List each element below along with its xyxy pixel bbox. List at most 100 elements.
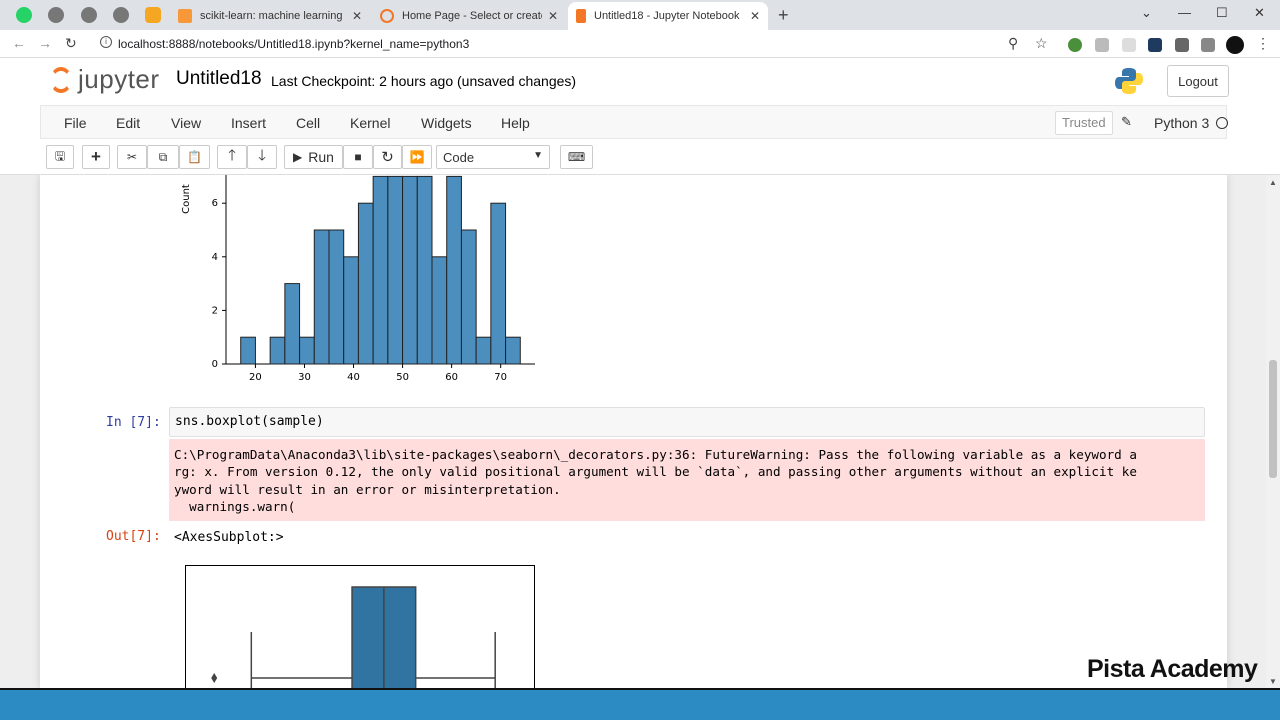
pinned-tab-icon[interactable]: [113, 7, 129, 23]
output-prompt: Out[7]:: [106, 529, 161, 544]
histogram-bar: [328, 229, 345, 365]
interrupt-button[interactable]: ■: [343, 145, 373, 169]
edit-mode-pencil-icon: ✎: [1121, 114, 1132, 129]
browser-menu-icon[interactable]: ⋮: [1256, 35, 1270, 52]
tab-search-button[interactable]: ⌄: [1141, 5, 1152, 21]
maximize-button[interactable]: ☐: [1216, 5, 1228, 21]
kernel-name[interactable]: Python 3: [1154, 115, 1209, 131]
extension-icon[interactable]: [1148, 38, 1162, 52]
pinned-tab-icon[interactable]: [48, 7, 64, 23]
menu-view[interactable]: View: [171, 115, 201, 131]
copy-button[interactable]: ⧉: [147, 145, 179, 169]
y-axis-label: Count: [181, 184, 192, 214]
tab-untitled18[interactable]: Untitled18 - Jupyter Notebook ✕: [568, 2, 768, 30]
arrow-down-icon: 🡓: [258, 146, 266, 164]
extension-icon[interactable]: [1095, 38, 1109, 52]
trusted-badge[interactable]: Trusted: [1055, 111, 1113, 135]
back-arrow-icon[interactable]: ←: [12, 35, 26, 51]
histogram-bar: [431, 256, 448, 365]
x-tick-label: 70: [494, 372, 507, 383]
reload-icon[interactable]: ↻: [65, 35, 77, 52]
close-tab-icon[interactable]: ✕: [548, 9, 558, 23]
command-palette-button[interactable]: ⌨: [560, 145, 593, 169]
histogram-output: 0 2 4 6 20 30 40 50 60 70 Count: [181, 175, 535, 383]
fast-forward-icon: ⏩: [409, 150, 425, 164]
save-button[interactable]: 🖫: [46, 145, 74, 169]
histogram-bar: [284, 283, 301, 365]
browser-tab-bar: scikit-learn: machine learning in P ✕ Ho…: [0, 0, 1280, 30]
histogram-bar: [402, 175, 418, 365]
site-info-icon[interactable]: i: [100, 36, 112, 48]
unsaved-status: (unsaved changes): [457, 73, 577, 89]
notebook-favicon-icon: [576, 9, 586, 23]
zoom-icon[interactable]: ⚲: [1008, 35, 1018, 52]
scrollbar-thumb[interactable]: [1269, 360, 1277, 478]
jupyter-logo[interactable]: jupyter: [50, 64, 160, 95]
extension-icon[interactable]: [1068, 38, 1082, 52]
run-button[interactable]: ▶ Run: [284, 145, 343, 169]
code-text[interactable]: sns.boxplot(sample): [175, 414, 324, 429]
url-text: localhost:8888/notebooks/Untitled18.ipyn…: [118, 37, 470, 51]
notebook-name[interactable]: Untitled18: [176, 68, 262, 90]
y-tick-label: 6: [212, 198, 218, 209]
extensions-puzzle-icon[interactable]: [1175, 38, 1189, 52]
notebook-site[interactable]: 0 2 4 6 20 30 40 50 60 70 Count In [7]: sns.boxplo…: [0, 175, 1266, 688]
menu-help[interactable]: Help: [501, 115, 530, 131]
histogram-bar: [299, 336, 315, 365]
boxplot-output: [185, 565, 535, 688]
extension-icon[interactable]: [1122, 38, 1136, 52]
x-tick-label: 40: [347, 372, 360, 383]
menu-widgets[interactable]: Widgets: [421, 115, 472, 131]
whatsapp-pinned-tab-icon[interactable]: [16, 7, 32, 23]
cell-type-select[interactable]: Code ▼: [436, 145, 550, 169]
cut-button[interactable]: ✂: [117, 145, 147, 169]
outlier-marker: [211, 673, 218, 683]
bookmark-star-icon[interactable]: ☆: [1035, 35, 1048, 52]
jupyter-header: jupyter Untitled18 Last Checkpoint: 2 ho…: [0, 58, 1280, 105]
histogram-bar: [313, 229, 330, 365]
histogram-bar: [446, 175, 462, 365]
output-text: <AxesSubplot:>: [174, 530, 284, 545]
histogram-bar: [269, 336, 286, 365]
python-logo-icon: [1115, 68, 1143, 94]
move-down-button[interactable]: 🡓: [247, 145, 277, 169]
reading-list-icon[interactable]: [1201, 38, 1215, 52]
save-icon: 🖫: [54, 148, 66, 163]
logout-button[interactable]: Logout: [1167, 65, 1229, 97]
move-up-button[interactable]: 🡑: [217, 145, 247, 169]
url-field[interactable]: i localhost:8888/notebooks/Untitled18.ip…: [100, 36, 470, 51]
pinned-tab-icon[interactable]: [81, 7, 97, 23]
restart-button[interactable]: ↻: [373, 145, 402, 169]
minimize-button[interactable]: —: [1178, 5, 1191, 20]
close-tab-icon[interactable]: ✕: [352, 9, 362, 23]
tab-home-page[interactable]: Home Page - Select or create a no ✕: [372, 2, 566, 30]
kernel-idle-indicator-icon: [1216, 117, 1228, 129]
pinned-tab-icon[interactable]: [145, 7, 161, 23]
scissors-icon: ✂: [126, 150, 138, 164]
menu-cell[interactable]: Cell: [296, 115, 320, 131]
run-label: Run: [308, 149, 334, 165]
close-window-button[interactable]: ✕: [1254, 5, 1265, 21]
scroll-down-icon[interactable]: ▼: [1269, 677, 1277, 686]
menu-kernel[interactable]: Kernel: [350, 115, 390, 131]
histogram-bar: [505, 336, 521, 365]
new-tab-button[interactable]: +: [778, 5, 789, 26]
tab-scikit-learn[interactable]: scikit-learn: machine learning in P ✕: [170, 2, 370, 30]
profile-avatar[interactable]: [1226, 36, 1244, 54]
histogram-bar: [343, 256, 359, 365]
menu-file[interactable]: File: [64, 115, 87, 131]
menu-edit[interactable]: Edit: [116, 115, 140, 131]
taskbar: [0, 688, 1280, 720]
keyboard-icon: ⌨: [567, 150, 586, 164]
insert-cell-button[interactable]: +: [82, 145, 110, 169]
paste-button[interactable]: 📋: [179, 145, 210, 169]
menu-insert[interactable]: Insert: [231, 115, 266, 131]
restart-run-all-button[interactable]: ⏩: [402, 145, 432, 169]
scroll-up-icon[interactable]: ▲: [1269, 178, 1277, 187]
histogram-bar: [357, 202, 374, 365]
tab-title: Home Page - Select or create a no: [402, 10, 542, 22]
forward-arrow-icon[interactable]: →: [38, 35, 52, 51]
code-cell-input[interactable]: sns.boxplot(sample): [169, 407, 1205, 437]
vertical-scrollbar[interactable]: ▲ ▼: [1266, 175, 1280, 688]
close-tab-icon[interactable]: ✕: [750, 9, 760, 23]
